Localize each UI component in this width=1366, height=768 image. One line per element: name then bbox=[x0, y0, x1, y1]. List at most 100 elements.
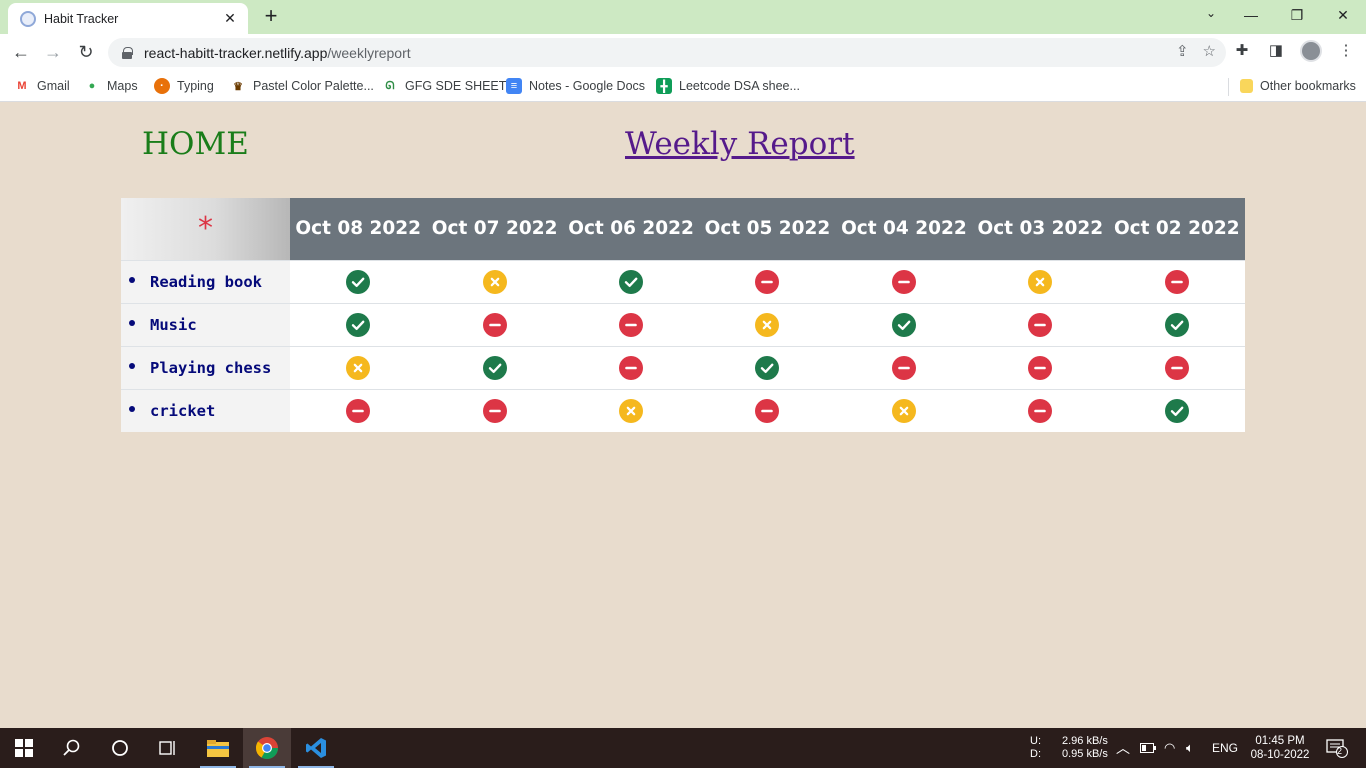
gfg-icon: ᘏ bbox=[385, 79, 395, 92]
windows-start-icon[interactable] bbox=[0, 728, 48, 768]
forward-arrow-icon[interactable]: → bbox=[40, 40, 66, 64]
palette-icon: ♛ bbox=[233, 80, 243, 93]
side-panel-icon[interactable]: ◨ bbox=[1266, 40, 1286, 62]
minus-circle-icon[interactable] bbox=[755, 269, 780, 294]
wifi-icon[interactable]: ◠ bbox=[1164, 728, 1175, 768]
minus-circle-icon[interactable] bbox=[619, 355, 644, 380]
language-indicator[interactable]: ENG bbox=[1212, 728, 1238, 768]
check-circle-icon[interactable] bbox=[1164, 398, 1189, 423]
date-header: Oct 02 2022 bbox=[1108, 198, 1245, 260]
bookmark-gmail[interactable]: M Gmail bbox=[14, 76, 69, 96]
notifications-icon[interactable]: 2 bbox=[1322, 728, 1352, 768]
restore-icon[interactable]: ❐ bbox=[1274, 0, 1320, 30]
habit-name-cell: Reading book bbox=[121, 259, 290, 303]
back-arrow-icon[interactable]: ← bbox=[8, 40, 34, 64]
extensions-puzzle-icon[interactable]: ✚ bbox=[1232, 40, 1252, 62]
reload-icon[interactable]: ↻ bbox=[73, 40, 99, 64]
status-cell bbox=[426, 259, 563, 303]
check-circle-icon[interactable] bbox=[619, 269, 644, 294]
habit-name-cell: cricket bbox=[121, 388, 290, 432]
vscode-icon[interactable] bbox=[292, 728, 340, 768]
typing-icon: · bbox=[154, 78, 170, 94]
check-circle-icon[interactable] bbox=[346, 312, 371, 337]
habit-row: Music bbox=[121, 302, 1245, 346]
minus-circle-icon[interactable] bbox=[1028, 398, 1053, 423]
minus-circle-icon[interactable] bbox=[891, 355, 916, 380]
share-icon[interactable]: ⇪ bbox=[1176, 42, 1189, 60]
minimize-icon[interactable]: — bbox=[1228, 0, 1274, 30]
status-cell bbox=[1108, 345, 1245, 389]
bookmark-star-icon[interactable]: ☆ bbox=[1203, 42, 1216, 60]
close-tab-icon[interactable]: ✕ bbox=[222, 10, 238, 27]
minus-circle-icon[interactable] bbox=[1164, 355, 1189, 380]
bookmark-maps[interactable]: ● Maps bbox=[84, 76, 138, 96]
docs-icon: ≡ bbox=[506, 78, 522, 94]
minus-circle-icon[interactable] bbox=[482, 312, 507, 337]
check-circle-icon[interactable] bbox=[891, 312, 916, 337]
minus-circle-icon[interactable] bbox=[891, 269, 916, 294]
check-circle-icon[interactable] bbox=[482, 355, 507, 380]
minus-circle-icon[interactable] bbox=[619, 312, 644, 337]
status-cell bbox=[290, 345, 427, 389]
profile-avatar[interactable] bbox=[1300, 40, 1322, 62]
clock[interactable]: 01:45 PM 08-10-2022 bbox=[1248, 728, 1312, 768]
browser-tabstrip: Habit Tracker ✕ + ⌄ — ❐ ✕ bbox=[0, 0, 1366, 34]
check-circle-icon[interactable] bbox=[1164, 312, 1189, 337]
x-circle-icon[interactable] bbox=[619, 398, 644, 423]
bookmark-notes-docs[interactable]: ≡ Notes - Google Docs bbox=[506, 76, 645, 96]
task-view-icon[interactable] bbox=[144, 728, 192, 768]
x-circle-icon[interactable] bbox=[891, 398, 916, 423]
new-tab-button[interactable]: + bbox=[259, 5, 283, 29]
habit-rows: Reading book Music Playing chess cricket bbox=[121, 259, 1245, 432]
x-circle-icon[interactable] bbox=[346, 355, 371, 380]
minus-circle-icon[interactable] bbox=[346, 398, 371, 423]
status-cell bbox=[972, 345, 1109, 389]
address-bar[interactable]: react-habitt-tracker.netlify.app/weeklyr… bbox=[108, 38, 1226, 67]
weekly-report-link[interactable]: Weekly Report bbox=[625, 126, 855, 162]
habit-name: cricket bbox=[150, 401, 216, 420]
date-header: Oct 04 2022 bbox=[835, 198, 973, 260]
bookmark-leetcode-sheet[interactable]: ╋ Leetcode DSA shee... bbox=[656, 76, 800, 96]
x-circle-icon[interactable] bbox=[755, 312, 780, 337]
check-circle-icon[interactable] bbox=[346, 269, 371, 294]
minus-circle-icon[interactable] bbox=[1028, 355, 1053, 380]
x-circle-icon[interactable] bbox=[1028, 269, 1053, 294]
status-cell bbox=[699, 345, 836, 389]
cortana-icon[interactable] bbox=[96, 728, 144, 768]
minus-circle-icon[interactable] bbox=[1028, 312, 1053, 337]
browser-tab[interactable]: Habit Tracker ✕ bbox=[8, 3, 248, 34]
menu-kebab-icon[interactable]: ⋮ bbox=[1336, 40, 1356, 62]
other-bookmarks[interactable]: Other bookmarks bbox=[1240, 76, 1356, 96]
minus-circle-icon[interactable] bbox=[1164, 269, 1189, 294]
bookmark-pastel-palette[interactable]: ♛ Pastel Color Palette... bbox=[230, 76, 374, 96]
url-path: /weeklyreport bbox=[327, 44, 411, 61]
show-hidden-icons-chevron-icon[interactable]: ︿ bbox=[1116, 728, 1130, 768]
battery-icon[interactable] bbox=[1140, 728, 1156, 768]
volume-icon[interactable]: 🔈︎ bbox=[1186, 728, 1194, 768]
notification-count: 2 bbox=[1337, 746, 1343, 756]
window-close-icon[interactable]: ✕ bbox=[1320, 0, 1366, 30]
network-speed-labels: U: D: bbox=[1030, 735, 1041, 760]
status-cell bbox=[426, 302, 563, 346]
status-cell bbox=[562, 302, 700, 346]
x-circle-icon[interactable] bbox=[482, 269, 507, 294]
minus-circle-icon[interactable] bbox=[755, 398, 780, 423]
tab-search-chevron-icon[interactable]: ⌄ bbox=[1206, 6, 1216, 20]
bullet-icon bbox=[129, 406, 135, 413]
upload-speed: 2.96 kB/s bbox=[1062, 735, 1108, 747]
file-explorer-icon[interactable] bbox=[194, 728, 242, 768]
tab-title: Habit Tracker bbox=[44, 11, 119, 26]
status-cell bbox=[562, 388, 700, 432]
home-link[interactable]: HOME bbox=[142, 126, 249, 162]
status-cell bbox=[972, 259, 1109, 303]
bookmark-typing[interactable]: · Typing bbox=[154, 76, 214, 96]
bookmark-gfg[interactable]: ᘏ GFG SDE SHEET bbox=[382, 76, 506, 96]
chrome-taskbar-icon[interactable] bbox=[243, 728, 291, 768]
check-circle-icon[interactable] bbox=[755, 355, 780, 380]
status-cell bbox=[972, 388, 1109, 432]
minus-circle-icon[interactable] bbox=[482, 398, 507, 423]
date-header: Oct 07 2022 bbox=[426, 198, 563, 260]
search-icon[interactable] bbox=[48, 728, 96, 768]
habit-name: Music bbox=[150, 315, 197, 334]
network-speed-values: 2.96 kB/s 0.95 kB/s bbox=[1062, 728, 1108, 768]
